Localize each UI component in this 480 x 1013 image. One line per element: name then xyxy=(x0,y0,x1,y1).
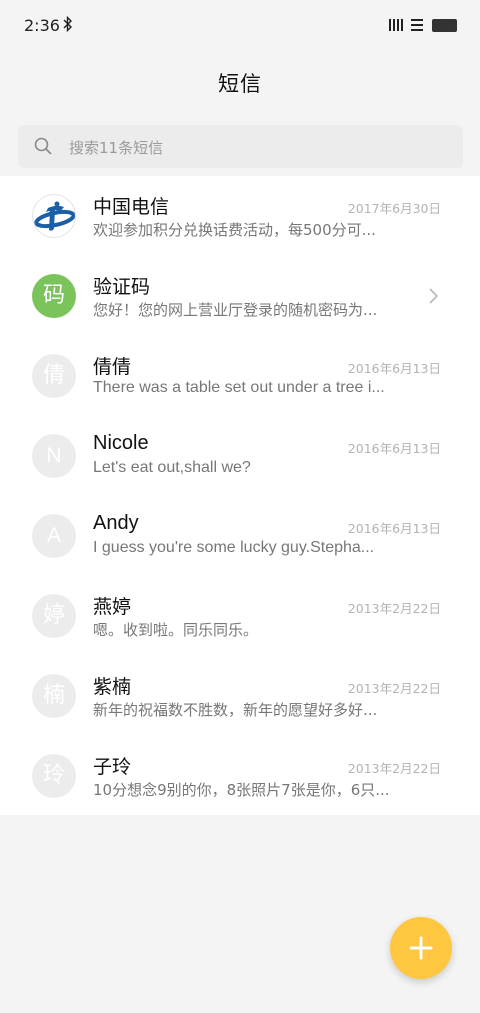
contact-name: 紫楠 xyxy=(93,676,132,698)
plus-icon xyxy=(409,936,433,960)
list-item[interactable]: A Andy 2016年6月13日 I guess you're some lu… xyxy=(0,496,480,576)
list-item[interactable]: 倩 倩倩 2016年6月13日 There was a table set ou… xyxy=(0,336,480,416)
message-date: 2013年2月22日 xyxy=(347,601,441,616)
contact-name: 中国电信 xyxy=(93,196,170,218)
messages-screen: 2:36 短信 搜索11条短信 中国电信 2017年6月30日 欢迎参加积分兑换… xyxy=(0,0,480,1013)
list-item[interactable]: 中国电信 2017年6月30日 欢迎参加积分兑换话费活动，每500分可... xyxy=(0,176,480,256)
message-preview: 嗯。收到啦。同乐同乐。 xyxy=(93,621,259,639)
signal-icon xyxy=(389,19,405,31)
compose-button[interactable] xyxy=(390,917,452,979)
message-list: 中国电信 2017年6月30日 欢迎参加积分兑换话费活动，每500分可... 码… xyxy=(0,176,480,815)
contact-name: 燕婷 xyxy=(93,596,132,618)
status-time: 2:36 xyxy=(24,16,60,35)
battery-icon xyxy=(432,19,457,32)
avatar: A xyxy=(32,514,76,558)
avatar: 楠 xyxy=(32,674,76,718)
status-bar: 2:36 xyxy=(0,0,480,52)
search-input[interactable]: 搜索11条短信 xyxy=(18,125,463,168)
contact-name: Andy xyxy=(93,512,139,534)
page-title: 短信 xyxy=(218,72,262,96)
avatar: N xyxy=(32,434,76,478)
message-preview: I guess you're some lucky guy.Stepha... xyxy=(93,539,375,556)
message-date: 2016年6月13日 xyxy=(347,521,441,536)
list-item[interactable]: 婷 燕婷 2013年2月22日 嗯。收到啦。同乐同乐。 xyxy=(0,576,480,656)
contact-name: 验证码 xyxy=(93,276,151,298)
message-preview: There was a table set out under a tree i… xyxy=(93,379,385,396)
list-item[interactable]: 楠 紫楠 2013年2月22日 新年的祝福数不胜数，新年的愿望好多好... xyxy=(0,656,480,736)
list-item[interactable]: 码 验证码 您好！您的网上营业厅登录的随机密码为... xyxy=(0,256,480,336)
search-icon xyxy=(34,137,52,155)
message-preview: 欢迎参加积分兑换话费活动，每500分可... xyxy=(93,221,376,239)
avatar: 倩 xyxy=(32,354,76,398)
contact-name: Nicole xyxy=(93,432,149,454)
avatar: 码 xyxy=(32,274,76,318)
bluetooth-icon xyxy=(63,15,73,36)
avatar: 婷 xyxy=(32,594,76,638)
list-item[interactable]: 玲 子玲 2013年2月22日 10分想念9别的你，8张照片7张是你，6只... xyxy=(0,736,480,816)
contact-name: 倩倩 xyxy=(93,356,132,378)
message-date: 2013年2月22日 xyxy=(347,761,441,776)
message-date: 2013年2月22日 xyxy=(347,681,441,696)
message-preview: 10分想念9别的你，8张照片7张是你，6只... xyxy=(93,781,390,799)
wifi-icon xyxy=(411,19,423,31)
message-preview: Let's eat out,shall we? xyxy=(93,459,251,476)
list-item[interactable]: N Nicole 2016年6月13日 Let's eat out,shall … xyxy=(0,416,480,496)
message-preview: 新年的祝福数不胜数，新年的愿望好多好... xyxy=(93,701,378,719)
chevron-right-icon xyxy=(426,286,440,306)
search-placeholder: 搜索11条短信 xyxy=(69,139,164,157)
avatar: 玲 xyxy=(32,754,76,798)
china-telecom-logo xyxy=(32,194,76,238)
message-preview: 您好！您的网上营业厅登录的随机密码为... xyxy=(93,301,378,319)
message-date: 2016年6月13日 xyxy=(347,361,441,376)
message-date: 2017年6月30日 xyxy=(347,201,441,216)
contact-name: 子玲 xyxy=(93,756,132,778)
message-date: 2016年6月13日 xyxy=(347,441,441,456)
